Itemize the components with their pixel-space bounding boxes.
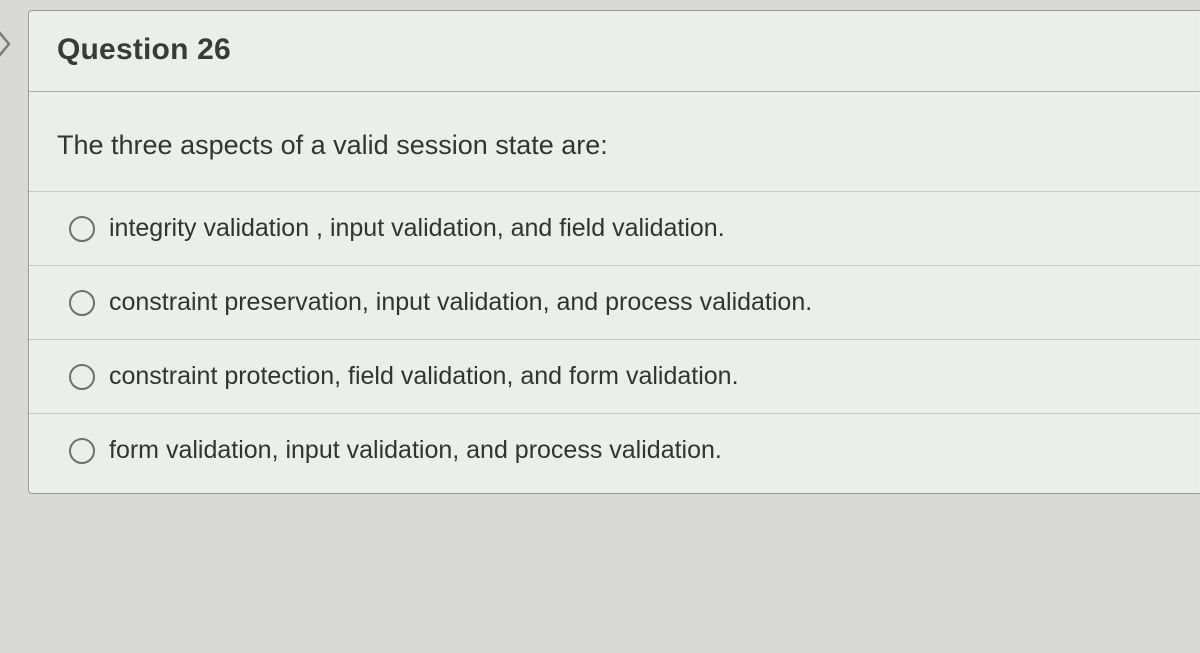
radio-icon[interactable] bbox=[69, 438, 95, 464]
options-list: integrity validation , input validation,… bbox=[29, 192, 1200, 493]
option-row[interactable]: constraint preservation, input validatio… bbox=[29, 266, 1200, 340]
question-card: Question 26 The three aspects of a valid… bbox=[28, 10, 1200, 494]
chevron-right-icon[interactable] bbox=[0, 30, 12, 58]
page-container: Question 26 The three aspects of a valid… bbox=[0, 0, 1200, 494]
option-label: constraint preservation, input validatio… bbox=[109, 288, 812, 317]
option-row[interactable]: form validation, input validation, and p… bbox=[29, 414, 1200, 493]
option-label: form validation, input validation, and p… bbox=[109, 436, 722, 465]
option-row[interactable]: integrity validation , input validation,… bbox=[29, 192, 1200, 266]
radio-icon[interactable] bbox=[69, 364, 95, 390]
question-prompt: The three aspects of a valid session sta… bbox=[57, 130, 608, 160]
radio-icon[interactable] bbox=[69, 216, 95, 242]
option-label: constraint protection, field validation,… bbox=[109, 362, 739, 391]
question-title: Question 26 bbox=[57, 33, 231, 66]
option-label: integrity validation , input validation,… bbox=[109, 214, 725, 243]
question-body: The three aspects of a valid session sta… bbox=[29, 92, 1200, 192]
question-header: Question 26 bbox=[29, 11, 1200, 92]
radio-icon[interactable] bbox=[69, 290, 95, 316]
option-row[interactable]: constraint protection, field validation,… bbox=[29, 340, 1200, 414]
